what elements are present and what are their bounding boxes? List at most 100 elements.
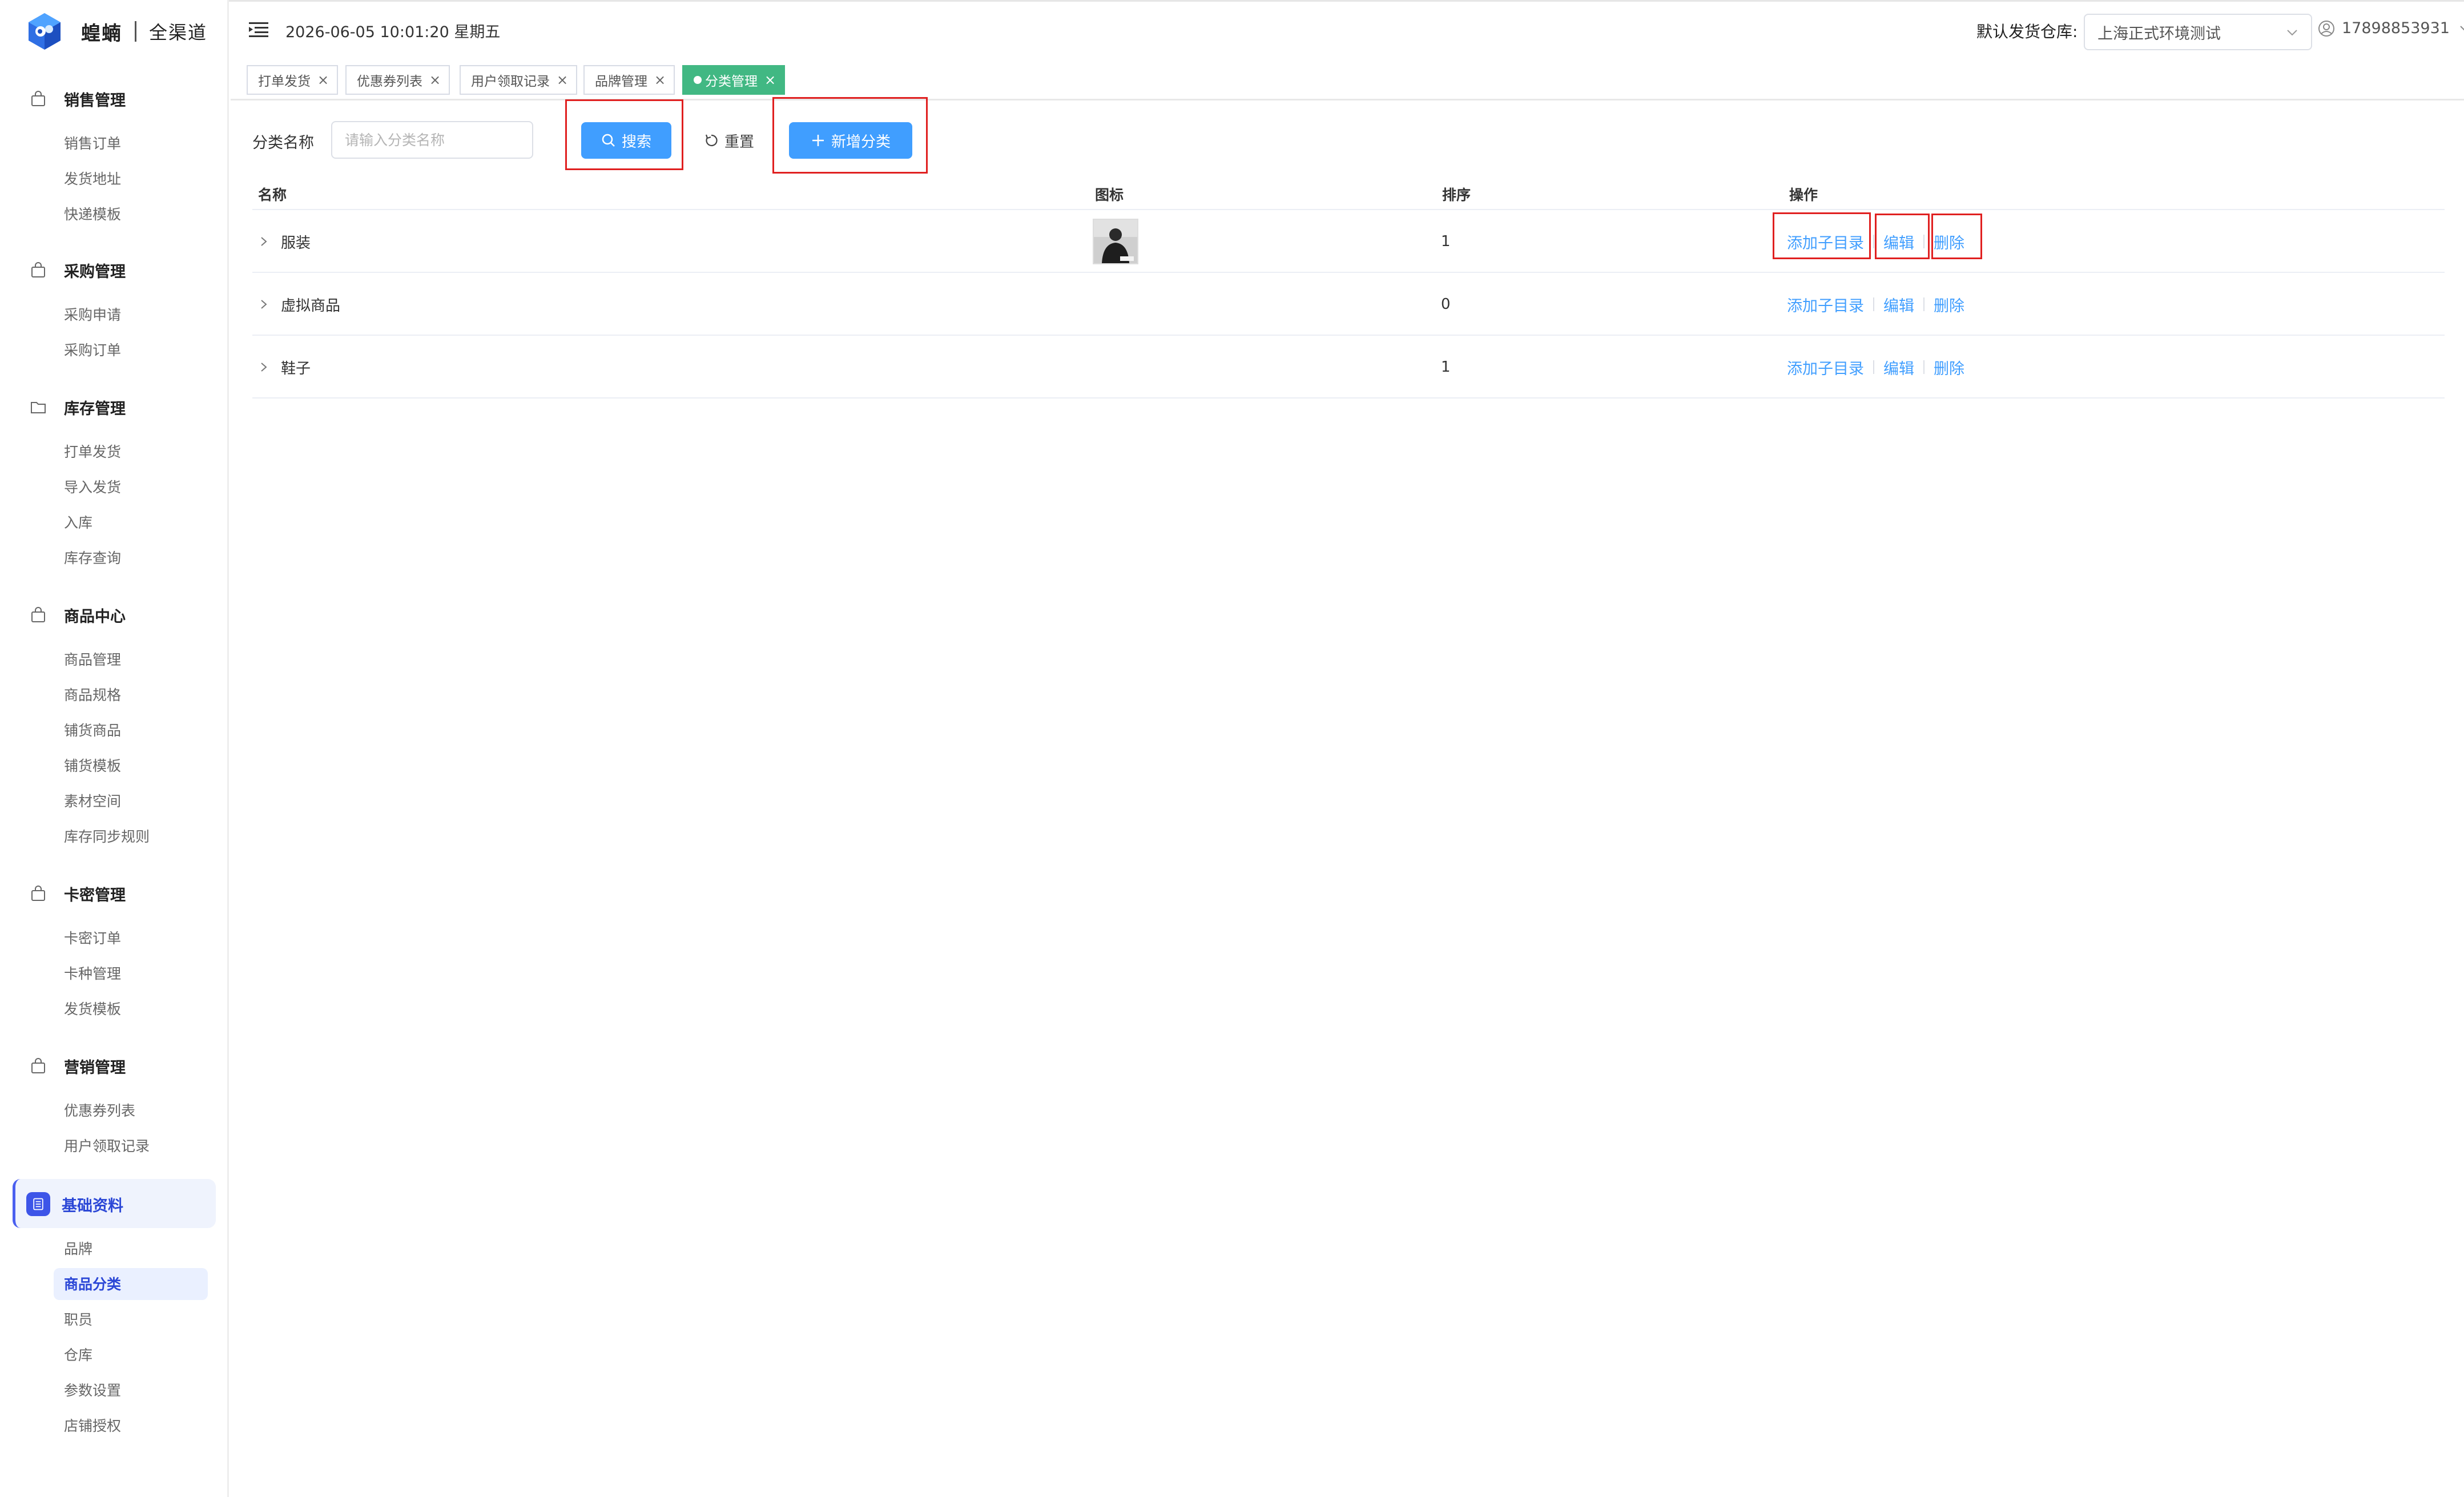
brand-logo[interactable]: 蝗蝻 全渠道 bbox=[25, 11, 207, 51]
column-header-actions: 操作 bbox=[1789, 187, 1818, 203]
sidebar-group-label: 库存管理 bbox=[64, 400, 126, 418]
sidebar-item[interactable]: 职员 bbox=[64, 1307, 92, 1330]
sidebar-group-4[interactable]: 卡密管理 bbox=[30, 879, 126, 908]
tab-user-claim-records[interactable]: 用户领取记录 × bbox=[460, 65, 578, 95]
chevron-down-icon bbox=[2460, 25, 2464, 30]
top-header: 2026-06-05 10:01:20 星期五 默认发货仓库: 上海正式环境测试… bbox=[231, 0, 2464, 63]
tab-category-management[interactable]: 分类管理 × bbox=[682, 65, 786, 95]
sidebar-group-2[interactable]: 库存管理 bbox=[30, 393, 126, 421]
sidebar-item[interactable]: 销售订单 bbox=[64, 131, 121, 154]
highlight-box-delete bbox=[1931, 214, 1982, 259]
name-cell: 服装 bbox=[252, 210, 311, 273]
sidebar: 蝗蝻 全渠道 销售管理销售订单发货地址快递模板采购管理采购申请采购订单库存管理打… bbox=[0, 0, 229, 1497]
add-category-button[interactable]: 新增分类 bbox=[789, 122, 912, 159]
sidebar-item[interactable]: 素材空间 bbox=[64, 789, 121, 812]
name-cell: 鞋子 bbox=[252, 336, 311, 399]
edit-link[interactable]: 编辑 bbox=[1883, 356, 1914, 379]
expand-chevron-icon[interactable] bbox=[258, 236, 269, 247]
tab-print-ship[interactable]: 打单发货 × bbox=[247, 65, 339, 95]
column-header-icon: 图标 bbox=[1095, 187, 1124, 203]
sidebar-item[interactable]: 店铺授权 bbox=[64, 1414, 121, 1436]
tab-label: 用户领取记录 bbox=[471, 74, 550, 89]
sidebar-group-1[interactable]: 采购管理 bbox=[30, 256, 126, 284]
search-button-label: 搜索 bbox=[621, 133, 651, 151]
sidebar-group-3[interactable]: 商品中心 bbox=[30, 601, 126, 629]
tab-label: 分类管理 bbox=[705, 74, 758, 89]
column-header-name: 名称 bbox=[258, 187, 287, 203]
warehouse-label: 默认发货仓库: bbox=[1976, 22, 2078, 41]
sidebar-item[interactable]: 打单发货 bbox=[64, 440, 121, 462]
refresh-icon bbox=[705, 134, 718, 147]
sidebar-group-label: 基础资料 bbox=[62, 1197, 123, 1215]
sidebar-item[interactable]: 参数设置 bbox=[64, 1378, 121, 1401]
reset-button[interactable]: 重置 bbox=[692, 122, 766, 159]
search-button[interactable]: 搜索 bbox=[581, 122, 671, 159]
menu-fold-icon[interactable] bbox=[249, 22, 268, 38]
sidebar-group-label: 卡密管理 bbox=[64, 886, 126, 904]
close-icon[interactable]: × bbox=[557, 72, 568, 88]
sidebar-group-label: 销售管理 bbox=[64, 91, 126, 110]
category-thumbnail[interactable] bbox=[1093, 219, 1138, 264]
sidebar-group-5[interactable]: 营销管理 bbox=[30, 1052, 126, 1080]
warehouse-select[interactable]: 上海正式环境测试 bbox=[2084, 14, 2312, 50]
tab-brand-management[interactable]: 品牌管理 × bbox=[583, 65, 675, 95]
user-menu[interactable]: 17898853931 bbox=[2318, 19, 2464, 37]
icon-cell bbox=[1093, 210, 1138, 273]
sidebar-item[interactable]: 仓库 bbox=[64, 1343, 92, 1366]
add-child-link[interactable]: 添加子目录 bbox=[1787, 293, 1864, 316]
tab-label: 品牌管理 bbox=[595, 74, 647, 89]
bag-icon bbox=[31, 91, 45, 106]
close-icon[interactable]: × bbox=[317, 72, 329, 88]
sidebar-item[interactable]: 品牌 bbox=[64, 1237, 92, 1259]
delete-link[interactable]: 删除 bbox=[1934, 356, 1964, 379]
sidebar-item[interactable]: 导入发货 bbox=[64, 475, 121, 498]
sidebar-item[interactable]: 优惠券列表 bbox=[64, 1098, 135, 1121]
action-divider bbox=[1873, 235, 1874, 248]
sidebar-item[interactable]: 铺货商品 bbox=[64, 718, 121, 741]
close-icon[interactable]: × bbox=[764, 72, 776, 88]
close-icon[interactable]: × bbox=[429, 72, 441, 88]
sidebar-group-label: 营销管理 bbox=[64, 1059, 126, 1077]
sidebar-item[interactable]: 库存查询 bbox=[64, 546, 121, 569]
sidebar-item[interactable]: 卡种管理 bbox=[64, 961, 121, 984]
sort-cell: 1 bbox=[1441, 210, 1451, 273]
category-name: 服装 bbox=[281, 234, 311, 252]
table-header: 名称 图标 排序 操作 bbox=[252, 176, 2445, 210]
tab-coupon-list[interactable]: 优惠券列表 × bbox=[345, 65, 450, 95]
expand-chevron-icon[interactable] bbox=[258, 299, 269, 310]
sidebar-item[interactable]: 库存同步规则 bbox=[64, 824, 150, 847]
sidebar-item[interactable]: 商品分类 bbox=[64, 1272, 121, 1295]
sidebar-item[interactable]: 商品规格 bbox=[64, 683, 121, 706]
person-photo-icon bbox=[1094, 220, 1137, 263]
action-divider bbox=[1923, 297, 1925, 311]
close-icon[interactable]: × bbox=[654, 72, 666, 88]
book-icon bbox=[26, 1192, 50, 1216]
sidebar-group-label: 采购管理 bbox=[64, 263, 126, 281]
sidebar-item[interactable]: 发货模板 bbox=[64, 997, 121, 1020]
expand-chevron-icon[interactable] bbox=[258, 361, 269, 373]
actions-cell: 添加子目录 编辑 删除 bbox=[1787, 273, 1964, 336]
logo-icon bbox=[29, 13, 61, 50]
sidebar-group-0[interactable]: 销售管理 bbox=[30, 84, 126, 113]
highlight-box-edit bbox=[1875, 214, 1930, 259]
sidebar-item[interactable]: 快递模板 bbox=[64, 202, 121, 225]
sidebar-item[interactable]: 采购申请 bbox=[64, 303, 121, 325]
sidebar-item[interactable]: 发货地址 bbox=[64, 167, 121, 190]
name-cell: 虚拟商品 bbox=[252, 273, 340, 336]
user-phone: 17898853931 bbox=[2342, 19, 2450, 37]
sort-value: 1 bbox=[1441, 359, 1451, 376]
edit-link[interactable]: 编辑 bbox=[1883, 293, 1914, 316]
sidebar-item[interactable]: 入库 bbox=[64, 510, 92, 533]
add-child-link[interactable]: 添加子目录 bbox=[1787, 356, 1864, 379]
sidebar-group-6[interactable]: 基础资料 bbox=[26, 1190, 123, 1218]
highlight-box-add-child bbox=[1773, 212, 1871, 259]
sidebar-item[interactable]: 卡密订单 bbox=[64, 926, 121, 949]
bag-icon bbox=[31, 1058, 45, 1073]
bag-icon bbox=[31, 607, 45, 622]
sidebar-item[interactable]: 商品管理 bbox=[64, 647, 121, 670]
sidebar-item[interactable]: 用户领取记录 bbox=[64, 1134, 150, 1157]
category-name-input[interactable] bbox=[331, 121, 533, 159]
sidebar-item[interactable]: 采购订单 bbox=[64, 338, 121, 361]
sidebar-item[interactable]: 铺货模板 bbox=[64, 754, 121, 776]
delete-link[interactable]: 删除 bbox=[1934, 293, 1964, 316]
